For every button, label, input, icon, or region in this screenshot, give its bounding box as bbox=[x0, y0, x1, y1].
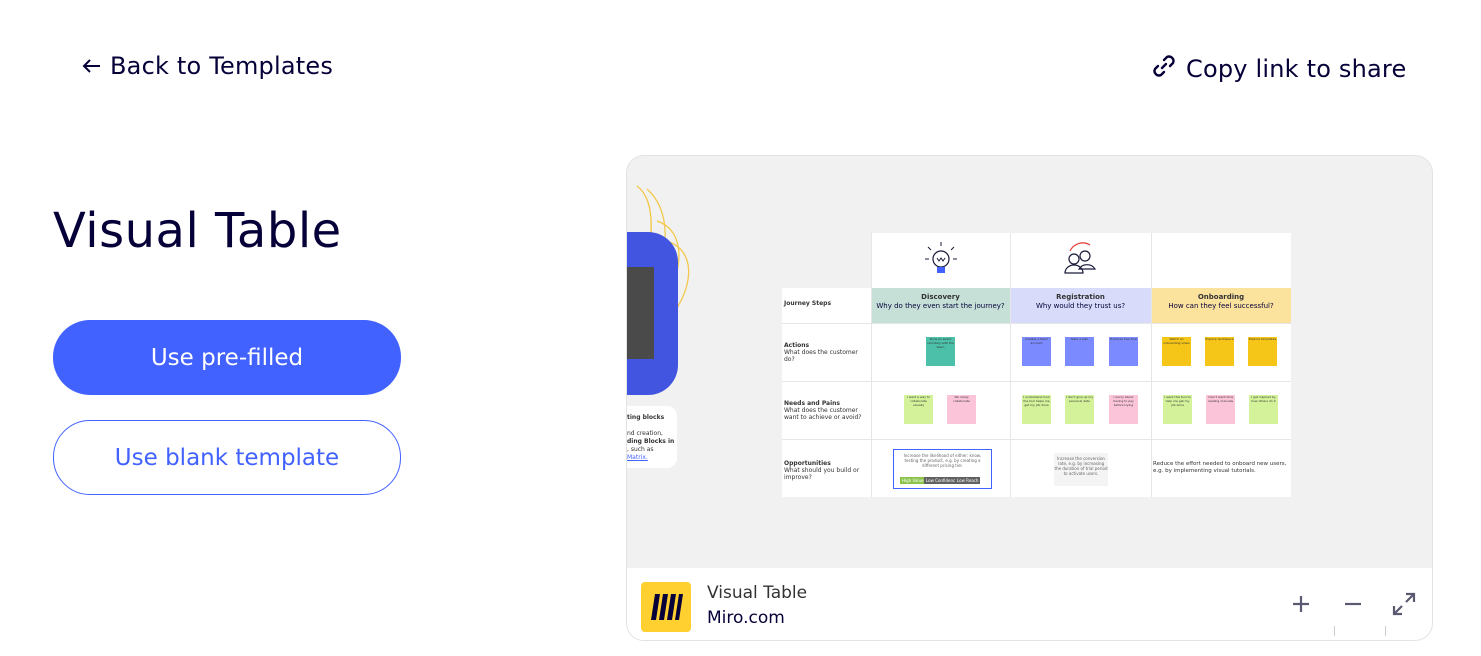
column-title: Registration bbox=[1056, 293, 1105, 301]
row-label-journey-steps: Journey Steps bbox=[784, 300, 870, 307]
plus-icon bbox=[1293, 596, 1309, 612]
copy-link-button[interactable]: Copy link to share bbox=[1150, 52, 1406, 86]
sticky-note: Explore workspace bbox=[1205, 337, 1234, 366]
tag-low-reach: Low Reach bbox=[955, 477, 981, 484]
grid-line bbox=[782, 381, 1291, 382]
column-subtitle: Why would they trust us? bbox=[1035, 302, 1126, 310]
tag-high-value: High Value bbox=[900, 477, 926, 484]
grid-line bbox=[1151, 233, 1152, 497]
sticky-note: Runs an event remotely with the team bbox=[926, 337, 955, 366]
grid-line bbox=[782, 439, 1291, 440]
sticky-note: Explore templates bbox=[1248, 337, 1277, 366]
grid-line bbox=[871, 233, 872, 497]
row-subtitle: What does the customer do? bbox=[784, 349, 858, 363]
opportunity-text: Reduce the effort needed to onboard new … bbox=[1153, 461, 1287, 474]
sticky-note: Tests a plan bbox=[1065, 337, 1094, 366]
column-title: Onboarding bbox=[1197, 293, 1245, 301]
row-label-needs-and-pains: Needs and Pains What does the customer w… bbox=[784, 400, 870, 421]
divider bbox=[1334, 626, 1335, 636]
board-canvas[interactable]: ting blocks nd creation, ding Blocks in … bbox=[627, 156, 1432, 568]
back-link-label: Back to Templates bbox=[110, 52, 334, 80]
sticky-note: I worry about having to pay before tryin… bbox=[1109, 395, 1138, 424]
back-to-templates-link[interactable]: Back to Templates bbox=[82, 52, 333, 80]
copy-link-label: Copy link to share bbox=[1186, 55, 1407, 83]
row-title: Opportunities bbox=[784, 460, 831, 467]
grid-line bbox=[1010, 233, 1011, 497]
column-subtitle: Why do they even start the journey? bbox=[876, 302, 1005, 310]
preview-footer: Visual Table Miro.com bbox=[627, 568, 1432, 640]
miro-logo-icon bbox=[641, 582, 691, 632]
expand-icon bbox=[1392, 592, 1416, 616]
sticky-note: We rarely collaborate bbox=[947, 395, 976, 424]
board-corner bbox=[782, 233, 871, 288]
arrow-left-icon bbox=[82, 52, 102, 80]
zoom-out-button[interactable] bbox=[1339, 590, 1367, 618]
page-title: Visual Table bbox=[53, 203, 342, 259]
zoom-in-button[interactable] bbox=[1287, 590, 1315, 618]
column-title: Discovery bbox=[921, 293, 960, 301]
lightbulb-icon bbox=[925, 242, 957, 273]
info-side-card: ting blocks nd creation, ding Blocks in … bbox=[627, 406, 677, 468]
sticky-note: I want this tool to help me get my job d… bbox=[1163, 395, 1192, 424]
row-title: Actions bbox=[784, 342, 810, 349]
row-subtitle: What does the customer want to achieve o… bbox=[784, 407, 862, 421]
row-label-actions: Actions What does the customer do? bbox=[784, 342, 870, 363]
opportunity-card: Increase the conversion rate, e.g. by in… bbox=[1054, 453, 1108, 486]
link-icon bbox=[1150, 52, 1178, 86]
divider bbox=[1385, 626, 1386, 636]
sticky-note: I don't want time reading manuals bbox=[1206, 395, 1235, 424]
row-title: Needs and Pains bbox=[784, 400, 841, 407]
board-name: Visual Table bbox=[707, 583, 808, 603]
side-card-line: , such as bbox=[627, 446, 654, 453]
sticky-note: Explores free trial bbox=[1109, 337, 1138, 366]
use-blank-template-button[interactable]: Use blank template bbox=[53, 420, 401, 495]
column-header-onboarding: Onboarding How can they feel successful? bbox=[1151, 288, 1291, 323]
sticky-note: I get inspired by how others do it bbox=[1249, 395, 1278, 424]
row-subtitle: What should you build or improve? bbox=[784, 467, 860, 481]
sticky-note: I want a way to collaborate visually bbox=[904, 395, 933, 424]
sticky-note: Creates a team account bbox=[1022, 337, 1051, 366]
users-icon bbox=[1064, 242, 1097, 274]
side-card-line: ting blocks bbox=[627, 414, 665, 421]
dark-panel bbox=[627, 267, 654, 359]
sticky-note: Watch an onboarding video bbox=[1162, 337, 1191, 366]
sticky-note: I don't give up my personal data bbox=[1065, 395, 1094, 424]
board-preview[interactable]: ting blocks nd creation, ding Blocks in … bbox=[626, 155, 1433, 641]
visual-table-board: Discovery Why do they even start the jou… bbox=[782, 233, 1291, 497]
board-site[interactable]: Miro.com bbox=[707, 608, 785, 628]
sticky-note: I understand how the tool helps me get m… bbox=[1022, 395, 1051, 424]
opportunity-text: Increase the likelihood of either: know,… bbox=[903, 453, 982, 468]
side-card-line: nd creation, bbox=[627, 430, 663, 437]
use-prefilled-button[interactable]: Use pre-filled bbox=[53, 320, 401, 395]
minus-icon bbox=[1345, 602, 1361, 606]
grid-line bbox=[782, 323, 1291, 324]
side-card-link: Matrix. bbox=[627, 454, 648, 461]
column-header-registration: Registration Why would they trust us? bbox=[1010, 288, 1151, 323]
row-label-opportunities: Opportunities What should you build or i… bbox=[784, 460, 870, 481]
column-header-discovery: Discovery Why do they even start the jou… bbox=[871, 288, 1010, 323]
column-subtitle: How can they feel successful? bbox=[1168, 302, 1274, 310]
row-title: Journey Steps bbox=[784, 300, 832, 307]
side-card-line: ding Blocks in bbox=[627, 438, 675, 445]
fullscreen-button[interactable] bbox=[1390, 590, 1418, 618]
